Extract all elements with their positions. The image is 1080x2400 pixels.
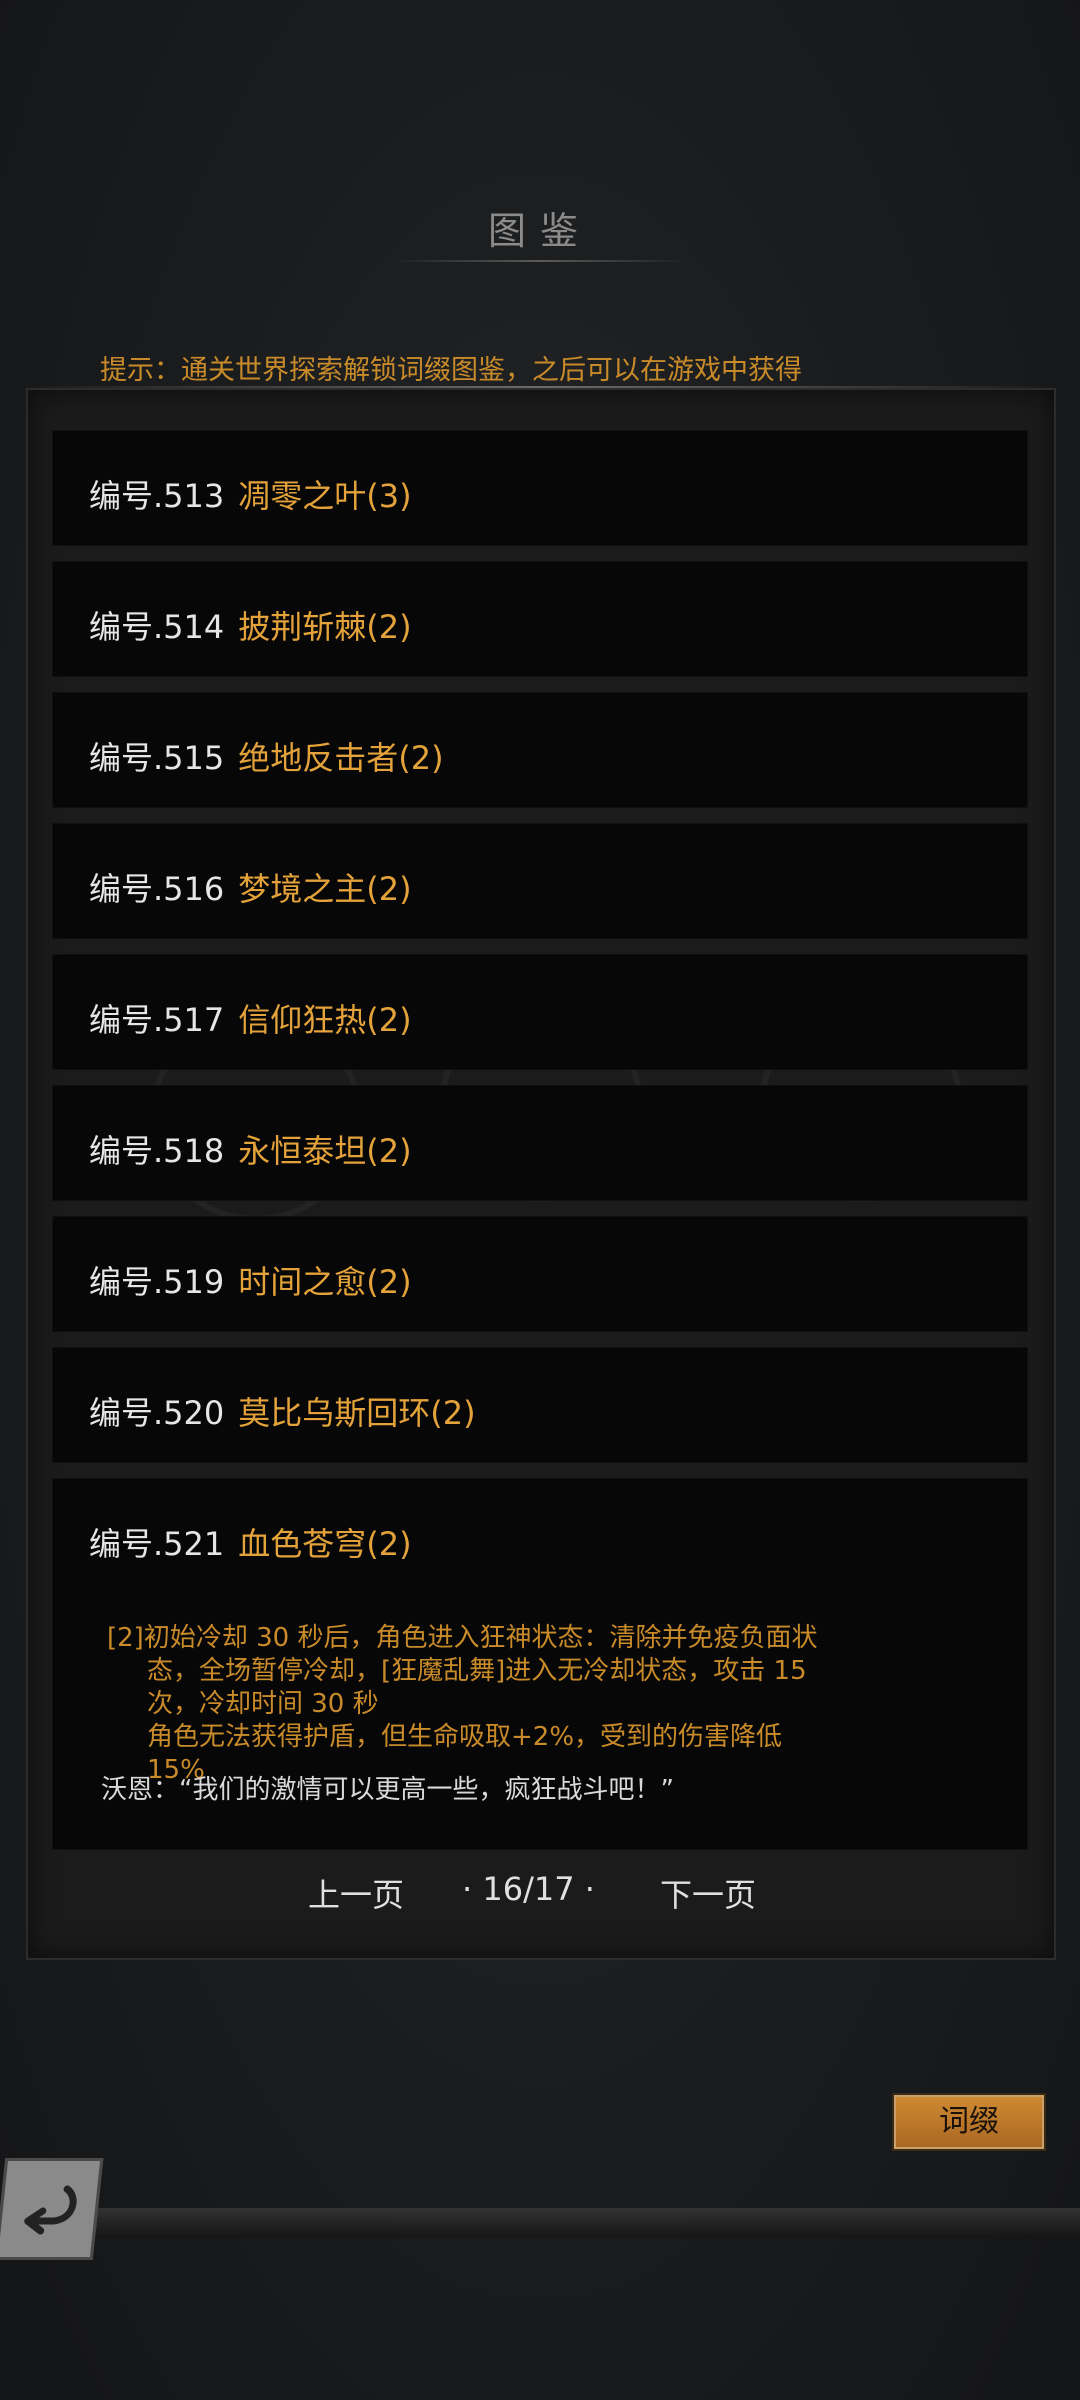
next-page-button[interactable]: 下一页 — [660, 1870, 756, 1916]
list-item[interactable]: 编号.518 永恒泰坦(2) — [52, 1085, 1028, 1201]
entry-name: 血色苍穹(2) — [238, 1525, 412, 1563]
list-item-expanded[interactable]: 编号.521 血色苍穹(2) [2]初始冷却 30 秒后，角色进入狂神状态：清除并… — [52, 1478, 1028, 1850]
entry-name: 披荆斩棘(2) — [238, 608, 412, 646]
list-item[interactable]: 编号.519 时间之愈(2) — [52, 1216, 1028, 1332]
entry-number: 编号.517 — [89, 1001, 225, 1039]
entry-name: 永恒泰坦(2) — [238, 1132, 412, 1170]
title-divider — [390, 260, 690, 262]
affix-list: 编号.513 凋零之叶(3) 编号.514 披荆斩棘(2) 编号.515 绝地反击者(… — [52, 430, 1028, 1865]
description-line: [2]初始冷却 30 秒后，角色进入狂神状态：清除并免疫负面状 — [107, 1623, 818, 1653]
entry-number: 编号.516 — [89, 870, 225, 908]
description-line: 态，全场暂停冷却，[狂魔乱舞]进入无冷却状态，攻击 15 — [147, 1656, 807, 1686]
entry-quote: 沃恩：“我们的激情可以更高一些，疯狂战斗吧！” — [101, 1775, 674, 1805]
list-item[interactable]: 编号.520 莫比乌斯回环(2) — [52, 1347, 1028, 1463]
entry-number: 编号.521 — [89, 1525, 225, 1563]
entry-number: 编号.518 — [89, 1132, 225, 1170]
entry-number: 编号.514 — [89, 608, 225, 646]
entry-number: 编号.515 — [89, 739, 225, 777]
entry-name: 凋零之叶(3) — [238, 477, 412, 515]
entry-name: 莫比乌斯回环(2) — [238, 1394, 476, 1432]
page-indicator: · 16/17 · — [462, 1870, 595, 1908]
entry-number: 编号.519 — [89, 1263, 225, 1301]
list-item[interactable]: 编号.517 信仰狂热(2) — [52, 954, 1028, 1070]
list-item[interactable]: 编号.515 绝地反击者(2) — [52, 692, 1028, 808]
entry-name: 信仰狂热(2) — [238, 1001, 412, 1039]
description-line: 次，冷却时间 30 秒 — [147, 1689, 379, 1719]
entry-number: 编号.513 — [89, 477, 225, 515]
entry-description: [2]初始冷却 30 秒后，角色进入狂神状态：清除并免疫负面状 态，全场暂停冷却… — [107, 1622, 1007, 1787]
entry-name: 绝地反击者(2) — [238, 739, 444, 777]
prev-page-button[interactable]: 上一页 — [308, 1870, 404, 1916]
back-button[interactable] — [0, 2158, 104, 2260]
page-title-wrap: 图鉴 — [0, 200, 1080, 255]
back-arrow-icon — [24, 2185, 77, 2235]
list-item[interactable]: 编号.516 梦境之主(2) — [52, 823, 1028, 939]
entry-name: 梦境之主(2) — [238, 870, 412, 908]
list-item[interactable]: 编号.514 披荆斩棘(2) — [52, 561, 1028, 677]
bottom-decor-strip — [0, 2208, 1080, 2238]
list-item[interactable]: 编号.513 凋零之叶(3) — [52, 430, 1028, 546]
entry-number: 编号.520 — [89, 1394, 225, 1432]
affix-button[interactable]: 词缀 — [892, 2093, 1046, 2151]
hint-text: 提示：通关世界探索解锁词缀图鉴，之后可以在游戏中获得 — [100, 355, 802, 386]
description-line: 角色无法获得护盾，但生命吸取+2%，受到的伤害降低 — [147, 1722, 783, 1752]
page-title: 图鉴 — [487, 209, 592, 253]
entry-name: 时间之愈(2) — [238, 1263, 412, 1301]
